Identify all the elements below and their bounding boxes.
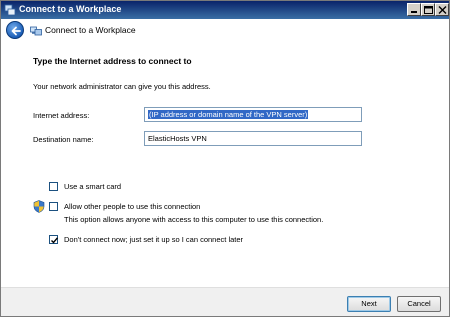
smart-card-checkbox[interactable] <box>49 182 58 191</box>
smart-card-label[interactable]: Use a smart card <box>64 182 121 191</box>
maximize-button[interactable] <box>421 3 435 16</box>
minimize-button[interactable] <box>407 3 421 16</box>
allow-others-note: This option allows anyone with access to… <box>64 215 324 224</box>
checkmark-icon <box>51 237 59 244</box>
internet-address-label: Internet address: <box>33 111 90 120</box>
back-arrow-icon <box>11 26 21 36</box>
instruction-text: Your network administrator can give you … <box>33 82 211 91</box>
allow-others-label[interactable]: Allow other people to use this connectio… <box>64 202 200 211</box>
wizard-footer: Next Cancel <box>1 287 449 316</box>
destination-name-input[interactable]: ElasticHosts VPN <box>144 131 362 146</box>
next-button[interactable]: Next <box>347 296 391 312</box>
wizard-content: Type the Internet address to connect to … <box>1 41 449 287</box>
dont-connect-label[interactable]: Don't connect now; just set it up so I c… <box>64 235 243 244</box>
allow-others-checkbox[interactable] <box>49 202 58 211</box>
title-bar[interactable]: Connect to a Workplace <box>1 1 449 19</box>
network-app-icon <box>4 4 16 16</box>
connect-dialog-window: Connect to a Workplace Connect to a Work… <box>0 0 450 317</box>
minimize-icon <box>411 11 417 13</box>
page-title: Connect to a Workplace <box>45 25 136 35</box>
dont-connect-checkbox[interactable] <box>49 235 59 244</box>
internet-address-value: (IP address or domain name of the VPN se… <box>148 110 309 119</box>
maximize-icon <box>424 6 433 14</box>
back-button[interactable] <box>6 21 24 39</box>
section-heading: Type the Internet address to connect to <box>33 56 192 66</box>
workplace-network-icon <box>30 26 42 36</box>
close-icon <box>438 6 447 14</box>
internet-address-input[interactable]: (IP address or domain name of the VPN se… <box>144 107 362 122</box>
uac-shield-icon <box>33 200 45 213</box>
cancel-button[interactable]: Cancel <box>397 296 441 312</box>
window-title: Connect to a Workplace <box>19 4 122 14</box>
close-button[interactable] <box>435 3 449 16</box>
wizard-header: Connect to a Workplace <box>1 19 449 41</box>
destination-name-label: Destination name: <box>33 135 94 144</box>
